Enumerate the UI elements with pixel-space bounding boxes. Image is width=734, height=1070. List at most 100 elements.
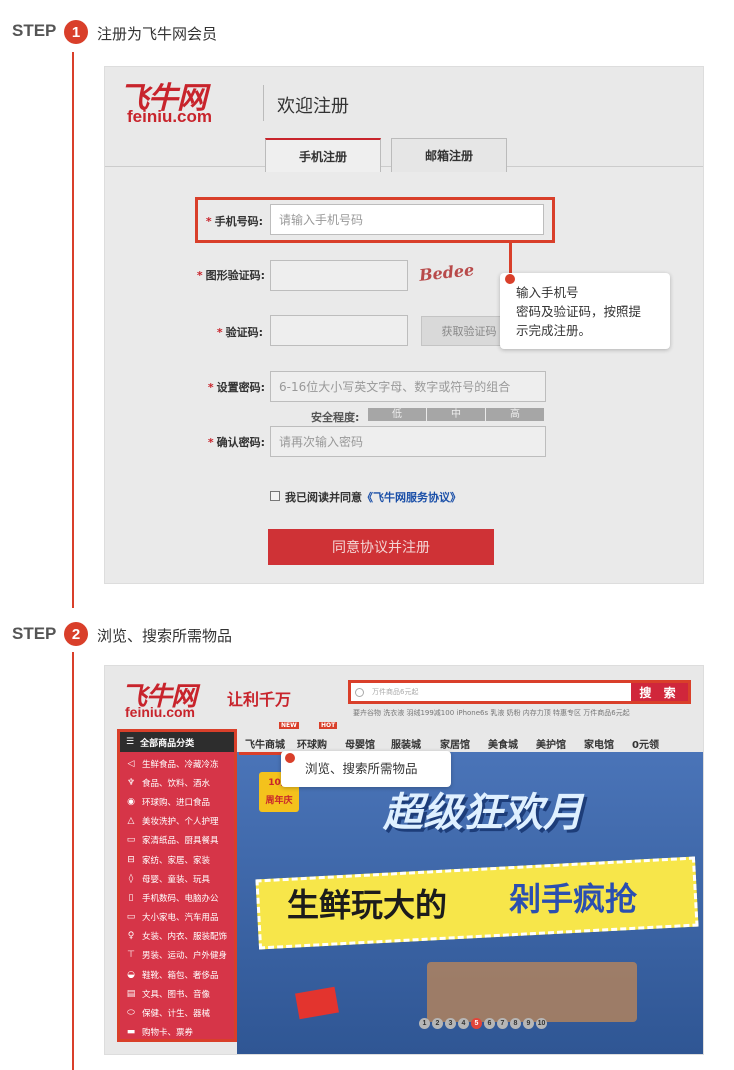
- tv-icon: ▭: [126, 912, 136, 923]
- strength-mid: 中: [427, 408, 485, 421]
- tooltip-line-1: 输入手机号: [516, 285, 579, 300]
- category-label: 家清纸品、厨具餐具: [142, 836, 219, 847]
- cup-icon: ♆: [126, 777, 136, 788]
- confirm-input[interactable]: 请再次输入密码: [270, 426, 546, 457]
- category-item[interactable]: ▯ 手机数码、电脑办公: [124, 888, 234, 907]
- home-slogan: 让利千万: [227, 690, 292, 709]
- category-item[interactable]: ⬭ 保健、计生、器械: [124, 1003, 234, 1022]
- homepage-panel: 飞牛网 feiniu.com 让利千万 万件商品6元起 搜 索 要卉谷物 洗衣液…: [104, 665, 704, 1055]
- register-tooltip: 输入手机号 密码及验证码，按照提 示完成注册。: [500, 273, 670, 349]
- browse-tooltip: 浏览、搜索所需物品: [281, 751, 451, 787]
- fish-icon: ◁: [127, 758, 135, 769]
- nav-home[interactable]: 家居馆: [440, 736, 488, 751]
- tooltip-dot-icon: [505, 274, 515, 284]
- category-header[interactable]: ☰ 全部商品分类: [120, 732, 234, 752]
- book-icon: ▤: [126, 988, 136, 999]
- category-item[interactable]: ▭ 家清纸品、厨具餐具: [124, 831, 234, 850]
- category-item[interactable]: ⊟ 家纺、家居、家装: [124, 850, 234, 869]
- category-item[interactable]: ⊤ 男装、运动、户外健身: [124, 946, 234, 965]
- category-label: 男装、运动、户外健身: [142, 951, 228, 962]
- step-1-label: STEP: [12, 21, 57, 40]
- category-label: 文具、图书、音像: [142, 989, 211, 1000]
- agree-checkbox[interactable]: [270, 491, 280, 501]
- category-label: 生鲜食品、冷藏冷冻: [142, 759, 219, 770]
- category-item[interactable]: ▬ 购物卡、票券: [124, 1023, 234, 1042]
- pager-dot[interactable]: 10: [536, 1018, 547, 1029]
- banner-pager: 1 2 3 4 5 6 7 8 9 10: [419, 1018, 547, 1029]
- captcha-image[interactable]: Bedee: [418, 260, 475, 285]
- step-2-number: 2: [64, 622, 88, 646]
- banner-headline: 超级狂欢月: [383, 790, 583, 836]
- category-item[interactable]: ◉ 环球购、进口食品: [124, 792, 234, 811]
- category-label: 大小家电、汽车用品: [142, 913, 219, 924]
- nav-baby[interactable]: 母婴馆: [345, 736, 391, 751]
- category-label: 女装、内衣、服装配饰: [142, 932, 228, 943]
- feiniu-logo-sub: feiniu.com: [127, 107, 213, 126]
- search-placeholder: 万件商品6元起: [372, 688, 419, 696]
- agree-register-button[interactable]: 同意协议并注册: [268, 529, 494, 565]
- pager-dot[interactable]: 2: [432, 1018, 443, 1029]
- category-item[interactable]: ♆ 食品、饮料、酒水: [124, 773, 234, 792]
- phone-icon: ▯: [128, 892, 134, 903]
- tab-phone-register[interactable]: 手机注册: [265, 138, 381, 172]
- tooltip-line-3: 示完成注册。: [516, 323, 592, 338]
- banner-products-image: [427, 962, 637, 1022]
- pager-dot[interactable]: 6: [484, 1018, 495, 1029]
- card-icon: ▬: [126, 1027, 136, 1038]
- category-item[interactable]: ▭ 大小家电、汽车用品: [124, 908, 234, 927]
- pager-dot[interactable]: 4: [458, 1018, 469, 1029]
- pager-dot[interactable]: 8: [510, 1018, 521, 1029]
- captcha-input[interactable]: [270, 260, 408, 291]
- nav-mall[interactable]: NEW 飞牛商城: [245, 722, 299, 751]
- welcome-title: 欢迎注册: [277, 96, 349, 117]
- service-agreement-link[interactable]: 《飞牛网服务协议》: [362, 491, 461, 504]
- step-2-title: 浏览、搜索所需物品: [97, 627, 233, 645]
- category-item[interactable]: △ 美妆洗护、个人护理: [124, 812, 234, 831]
- pager-dot[interactable]: 3: [445, 1018, 456, 1029]
- category-item[interactable]: ◁ 生鲜食品、冷藏冷冻: [124, 754, 234, 773]
- step-1-title: 注册为飞牛网会员: [97, 25, 218, 43]
- register-panel: 飞牛网 feiniu.com 欢迎注册 手机注册 邮箱注册 * 手机号码: 请输入…: [104, 66, 704, 584]
- phone-highlight-box: [195, 197, 555, 243]
- pager-dot[interactable]: 1: [419, 1018, 430, 1029]
- nav-clothing[interactable]: 服装城: [391, 736, 440, 751]
- pager-dot[interactable]: 7: [497, 1018, 508, 1029]
- nav-free[interactable]: 0元领: [632, 736, 672, 751]
- category-item[interactable]: ◊ 母婴、童装、玩具: [124, 869, 234, 888]
- category-item[interactable]: ▤ 文具、图书、音像: [124, 984, 234, 1003]
- promo-banner[interactable]: 10月 周年庆 超级狂欢月 生鲜玩大的 剁手疯抢 1 2 3 4 5 6 7 8 9 10: [237, 752, 703, 1054]
- hot-search-words[interactable]: 要卉谷物 洗衣液 羽绒199减100 iPhone6s 乳液 奶粉 内存力顶 特…: [353, 708, 630, 718]
- list-icon: ☰: [126, 737, 135, 747]
- nav-appliance[interactable]: 家电馆: [584, 736, 632, 751]
- tab-email-register[interactable]: 邮箱注册: [391, 138, 507, 172]
- sofa-icon: ⊟: [127, 854, 135, 865]
- captcha-label: * 图形验证码:: [196, 269, 265, 282]
- search-input[interactable]: 万件商品6元起: [351, 683, 631, 701]
- baby-bottle-icon: ◊: [128, 873, 134, 884]
- category-label: 鞋靴、箱包、奢侈品: [142, 970, 219, 981]
- category-item[interactable]: ◒ 鞋靴、箱包、奢侈品: [124, 965, 234, 984]
- category-label: 美妆洗护、个人护理: [142, 817, 219, 828]
- bottle-icon: △: [127, 816, 135, 827]
- category-label: 手机数码、电脑办公: [142, 893, 219, 904]
- pager-dot[interactable]: 5: [471, 1018, 482, 1029]
- shirt-icon: ⊤: [127, 950, 135, 961]
- category-label: 母婴、童装、玩具: [142, 874, 211, 885]
- pager-dot[interactable]: 9: [523, 1018, 534, 1029]
- category-list: ◁ 生鲜食品、冷藏冷冻 ♆ 食品、饮料、酒水 ◉ 环球购、进口食品 △ 美妆洗护、个人护理 ▭ 家…: [120, 752, 234, 1042]
- category-label: 购物卡、票券: [142, 1028, 194, 1039]
- banner-slogan-right: 剁手疯抢: [509, 880, 638, 918]
- confirm-label: * 确认密码:: [207, 436, 265, 449]
- tooltip2-dot-icon: [285, 753, 295, 763]
- category-item[interactable]: ♀ 女装、内衣、服装配饰: [124, 927, 234, 946]
- password-label: * 设置密码:: [207, 381, 265, 394]
- sms-input[interactable]: [270, 315, 408, 346]
- nav-beauty[interactable]: 美护馆: [536, 736, 584, 751]
- person-icon: ♀: [127, 931, 135, 942]
- tooltip2-connector: [239, 752, 285, 755]
- nav-food[interactable]: 美食城: [488, 736, 536, 751]
- password-input[interactable]: 6-16位大小写英文字母、数字或符号的组合: [270, 371, 546, 402]
- main-nav: NEW 飞牛商城 HOT 环球购 母婴馆 服装城 家居馆 美食城 美护馆 家电馆 0…: [245, 722, 672, 751]
- nav-global[interactable]: HOT 环球购: [297, 722, 345, 751]
- search-button[interactable]: 搜 索: [631, 683, 688, 701]
